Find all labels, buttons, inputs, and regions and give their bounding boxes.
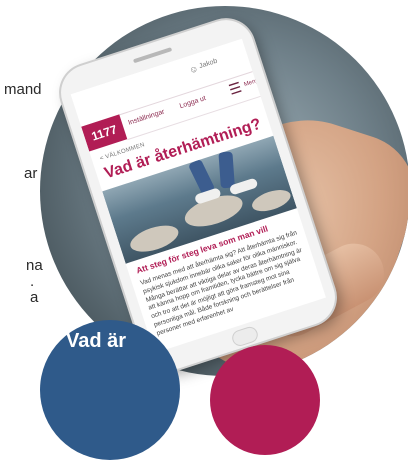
settings-link[interactable]: Inställningar bbox=[127, 108, 165, 126]
stepping-stone bbox=[249, 185, 294, 216]
left-text-fragment: mand bbox=[4, 81, 42, 98]
left-text-fragment: na bbox=[26, 257, 43, 274]
stepping-stone bbox=[127, 220, 182, 257]
leg bbox=[218, 151, 235, 189]
user-icon[interactable]: ☺ bbox=[188, 63, 200, 75]
left-text-fragment: a bbox=[30, 289, 39, 306]
pink-badge bbox=[210, 345, 320, 455]
account-label[interactable]: Jakob bbox=[198, 58, 218, 70]
logout-link[interactable]: Logga ut bbox=[179, 95, 207, 110]
left-text-fragment: ar bbox=[24, 165, 38, 182]
phone-speaker bbox=[132, 47, 173, 64]
menu-label[interactable]: Meny bbox=[243, 78, 259, 88]
badge-text: Vad är bbox=[66, 330, 127, 352]
left-text-fragment: . bbox=[30, 273, 35, 290]
hamburger-menu-icon[interactable]: ☰ bbox=[227, 79, 244, 98]
